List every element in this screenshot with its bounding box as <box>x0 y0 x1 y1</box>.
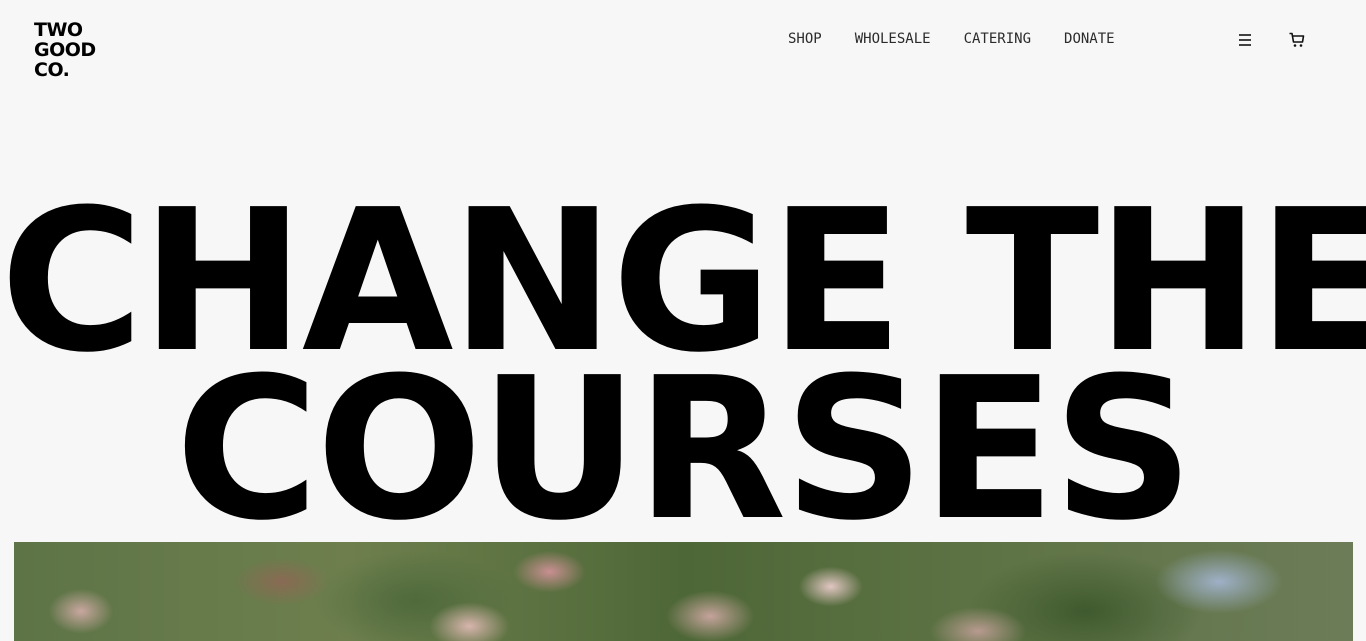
nav-link-donate[interactable]: DONATE <box>1064 31 1115 47</box>
logo-line: CO. <box>34 59 70 81</box>
nav-link-wholesale[interactable]: WHOLESALE <box>855 31 931 47</box>
nav-link-catering[interactable]: CATERING <box>964 31 1031 47</box>
main-nav: SHOP WHOLESALE CATERING DONATE <box>788 31 1115 47</box>
hero-video[interactable] <box>14 542 1353 641</box>
cart-icon[interactable] <box>1288 31 1306 49</box>
menu-icon[interactable] <box>1237 32 1253 48</box>
logo-line: TWO <box>34 19 83 41</box>
logo-line: GOOD <box>34 39 96 61</box>
brand-logo[interactable]: TWO GOOD CO. <box>34 20 96 80</box>
nav-link-shop[interactable]: SHOP <box>788 31 822 47</box>
hero-title-line: COURSES <box>175 336 1194 564</box>
hero-title: CHANGE THE COURSES <box>0 184 1366 564</box>
